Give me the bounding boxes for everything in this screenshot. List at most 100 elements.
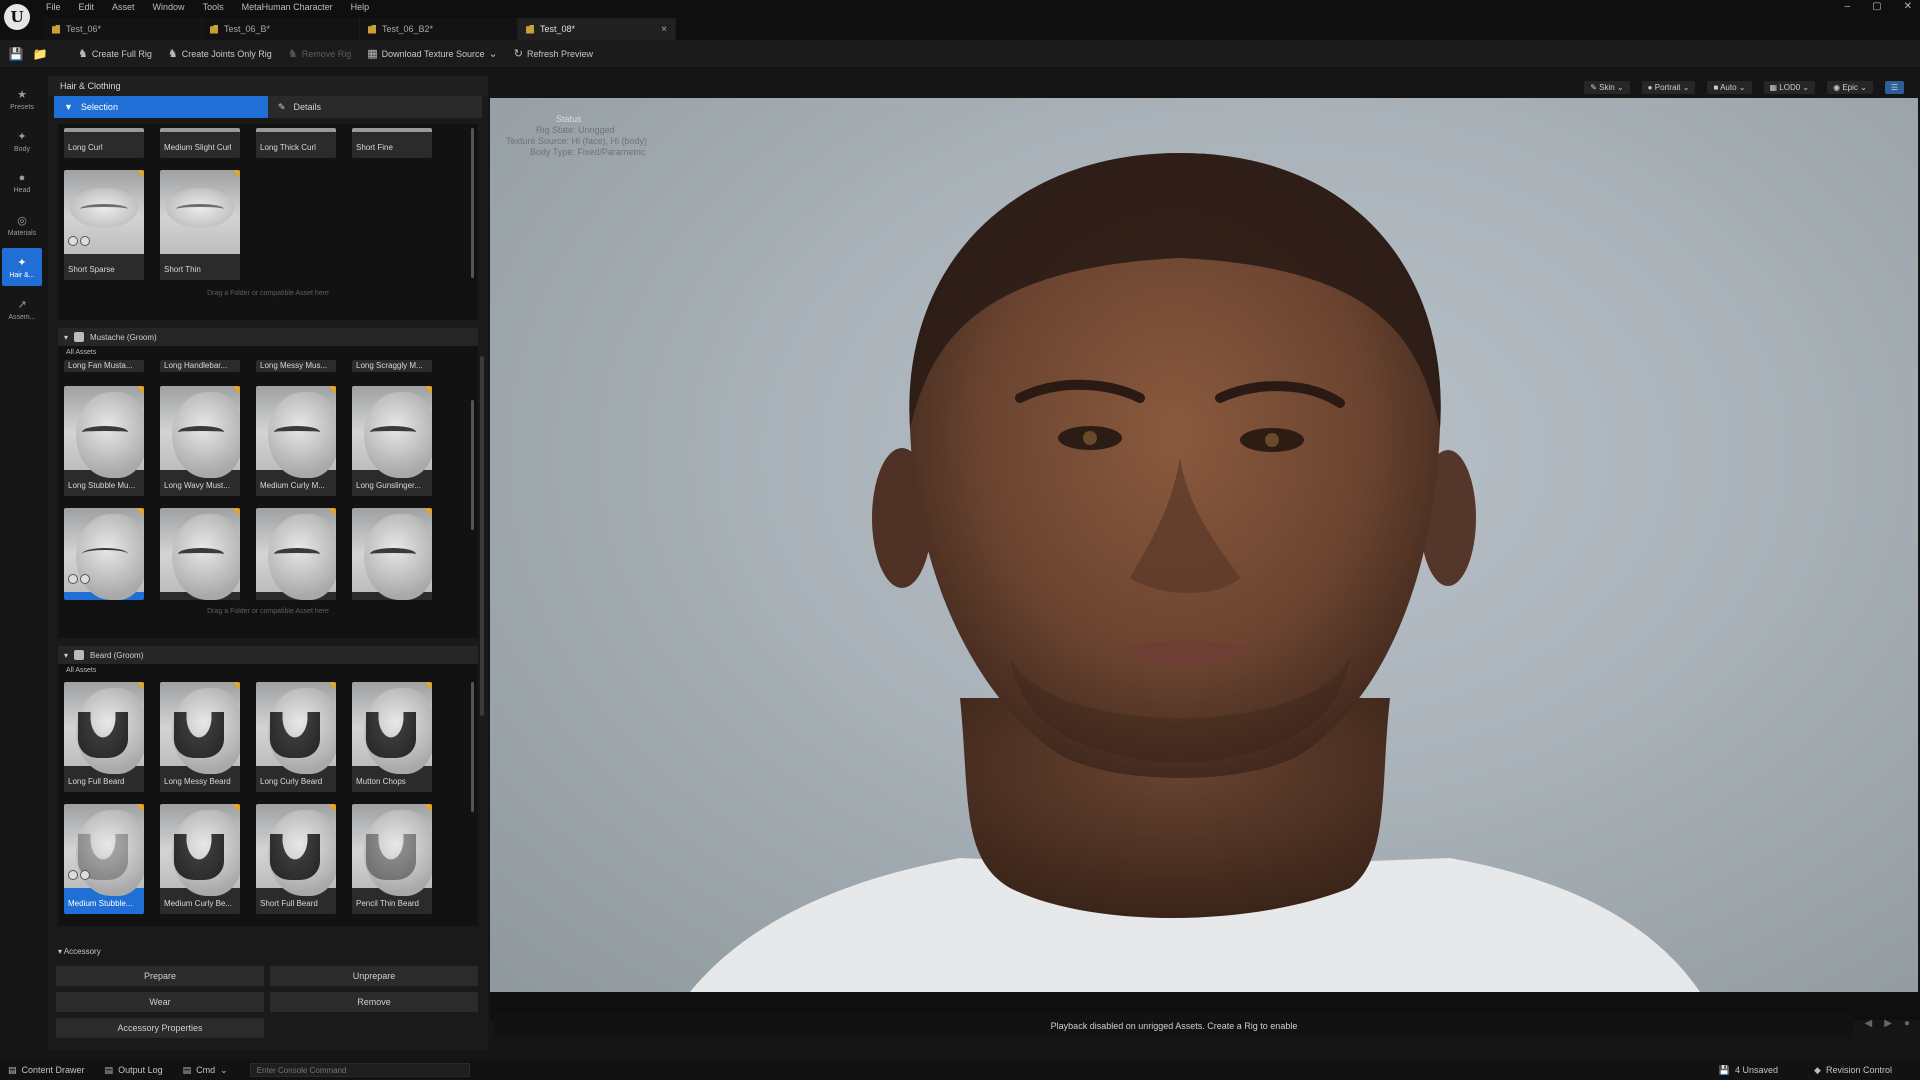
asset-tile[interactable]: Long Full Beard: [64, 682, 144, 792]
menu-metahuman-character[interactable]: MetaHuman Character: [242, 0, 333, 14]
beard-section: Long Full Beard Long Messy Beard Long Cu…: [58, 678, 478, 926]
3d-viewport[interactable]: Status Rig State: Unrigged Texture Sourc…: [490, 98, 1918, 992]
asset-tile[interactable]: Mutton Chops: [352, 682, 432, 792]
asset-tile[interactable]: Long Curl: [64, 128, 144, 158]
unsaved-button[interactable]: 💾 4 Unsaved: [1719, 1065, 1790, 1076]
asset-tile[interactable]: Long Gunslinger...: [352, 386, 432, 496]
panel-tabs: ▼ Selection ✎ Details: [54, 96, 482, 118]
mode-head[interactable]: ● Head: [2, 164, 42, 202]
output-log-button[interactable]: ▤ Output Log: [105, 1065, 175, 1076]
all-assets-header[interactable]: All Assets: [58, 346, 478, 360]
asset-tile[interactable]: Pencil Thin Beard: [352, 804, 432, 914]
mode-hair-clothing[interactable]: ✦ Hair &...: [2, 248, 42, 286]
all-assets-header[interactable]: All Assets: [58, 664, 478, 678]
mode-presets[interactable]: ★ Presets: [2, 80, 42, 118]
mustache-group-header[interactable]: ▾ Mustache (Groom): [58, 328, 478, 346]
tab-details[interactable]: ✎ Details: [268, 96, 482, 118]
browse-folder-icon[interactable]: 📁: [32, 46, 48, 62]
panel-scrollbar[interactable]: [480, 356, 484, 716]
quality-dropdown[interactable]: ◉ Epic ⌄: [1827, 80, 1873, 94]
asset-tile[interactable]: Short Fine: [352, 128, 432, 158]
remove-button[interactable]: Remove: [270, 992, 478, 1012]
close-tab-icon[interactable]: ×: [661, 24, 667, 35]
tab-selection[interactable]: ▼ Selection: [54, 96, 268, 118]
wear-button[interactable]: Wear: [56, 992, 264, 1012]
menu-window[interactable]: Window: [153, 0, 185, 14]
viewport-options-icon[interactable]: ☰: [1884, 80, 1904, 94]
tab-test-06[interactable]: Test_06*: [44, 18, 202, 40]
minimize-icon[interactable]: –: [1845, 0, 1851, 14]
skin-dropdown[interactable]: ✎ Skin ⌄: [1584, 80, 1630, 94]
mode-materials[interactable]: ◎ Materials: [2, 206, 42, 244]
microphone-icon[interactable]: ●: [1904, 1018, 1910, 1029]
menu-edit[interactable]: Edit: [79, 0, 95, 14]
asset-badge-icon: [136, 682, 144, 690]
status-bar: ▤ Content Drawer ▤ Output Log ▤ Cmd ⌄ 💾 4 Uns…: [0, 1060, 1920, 1080]
asset-tile[interactable]: Medium Curly Be...: [160, 804, 240, 914]
prepare-button[interactable]: Prepare: [56, 966, 264, 986]
asset-tile[interactable]: Long Wavy Must...: [160, 386, 240, 496]
scrollbar[interactable]: [471, 682, 474, 812]
asset-folder-icon: [210, 24, 218, 34]
download-texture-source-button[interactable]: ▦ Download Texture Source ⌄: [367, 47, 498, 60]
tab-test-06-b[interactable]: Test_06_B*: [202, 18, 360, 40]
content-drawer-button[interactable]: ▤ Content Drawer: [8, 1065, 97, 1076]
unprepare-button[interactable]: Unprepare: [270, 966, 478, 986]
tab-test-06-b2[interactable]: Test_06_B2*: [360, 18, 518, 40]
accessory-header[interactable]: ▾ Accessory: [48, 944, 488, 960]
menu-file[interactable]: File: [46, 0, 61, 14]
console-command-input[interactable]: [249, 1063, 470, 1077]
unreal-logo-icon[interactable]: U: [4, 4, 30, 30]
asset-tile[interactable]: Long Thick Curl: [256, 128, 336, 158]
create-joints-only-rig-button[interactable]: ♞ Create Joints Only Rig: [168, 47, 272, 60]
save-icon[interactable]: 💾: [8, 46, 24, 62]
asset-tile[interactable]: [256, 508, 336, 600]
refresh-preview-button[interactable]: ↻ Refresh Preview: [514, 47, 593, 60]
content-drawer-label: Content Drawer: [21, 1065, 85, 1075]
rig-icon: ♞: [78, 48, 88, 60]
asset-tile[interactable]: [160, 508, 240, 600]
lod-icon: ▦: [1769, 82, 1780, 92]
menu-tools[interactable]: Tools: [203, 0, 224, 14]
beard-group-header[interactable]: ▾ Beard (Groom): [58, 646, 478, 664]
asset-tile[interactable]: Short Thin: [160, 170, 240, 280]
menu-asset[interactable]: Asset: [112, 0, 135, 14]
accessory-properties-button[interactable]: Accessory Properties: [56, 1018, 264, 1038]
mode-body[interactable]: ✦ Body: [2, 122, 42, 160]
lod-dropdown[interactable]: ▦ LOD0 ⌄: [1763, 80, 1816, 94]
asset-tile-selected[interactable]: [64, 508, 144, 600]
next-icon[interactable]: ▶: [1884, 1018, 1892, 1029]
asset-tile[interactable]: [352, 508, 432, 600]
auto-dropdown[interactable]: ■ Auto ⌄: [1707, 80, 1752, 94]
mode-assembly[interactable]: ↗ Assem...: [2, 290, 42, 328]
asset-tile[interactable]: Long Scraggly M...: [352, 360, 432, 372]
menu-help[interactable]: Help: [351, 0, 370, 14]
create-full-rig-button[interactable]: ♞ Create Full Rig: [78, 47, 152, 60]
asset-tile[interactable]: Long Curly Beard: [256, 682, 336, 792]
body-icon: ✦: [17, 130, 27, 143]
scrollbar[interactable]: [471, 400, 474, 530]
asset-tile-selected[interactable]: Medium Stubble...: [64, 804, 144, 914]
asset-tile[interactable]: Medium Slight Curl: [160, 128, 240, 158]
tab-test-08[interactable]: Test_08* ×: [518, 18, 676, 40]
equipped-icon: [68, 870, 78, 880]
asset-tile[interactable]: Long Stubble Mu...: [64, 386, 144, 496]
cmd-dropdown[interactable]: ▤ Cmd ⌄: [183, 1065, 240, 1076]
asset-tile[interactable]: Short Sparse: [64, 170, 144, 280]
maximize-icon[interactable]: ▢: [1872, 0, 1881, 14]
asset-tile[interactable]: Long Messy Beard: [160, 682, 240, 792]
asset-tile[interactable]: Medium Curly M...: [256, 386, 336, 496]
accessory-header-label: Accessory: [63, 947, 101, 956]
remove-rig-button[interactable]: ♞ Remove Rig: [288, 47, 351, 60]
close-window-icon[interactable]: ✕: [1904, 0, 1912, 14]
tile-label: Medium Curly M...: [260, 481, 325, 490]
portrait-dropdown[interactable]: ● Portrait ⌄: [1641, 80, 1696, 94]
scrollbar[interactable]: [471, 128, 474, 278]
asset-tile[interactable]: Long Messy Mus...: [256, 360, 336, 372]
previous-icon[interactable]: ◀: [1865, 1018, 1873, 1029]
asset-tile[interactable]: Short Full Beard: [256, 804, 336, 914]
revision-control-button[interactable]: ◆ Revision Control: [1814, 1065, 1904, 1076]
asset-tile[interactable]: Long Handlebar...: [160, 360, 240, 372]
asset-tile[interactable]: Long Fan Musta...: [64, 360, 144, 372]
mode-label: Body: [14, 145, 30, 153]
